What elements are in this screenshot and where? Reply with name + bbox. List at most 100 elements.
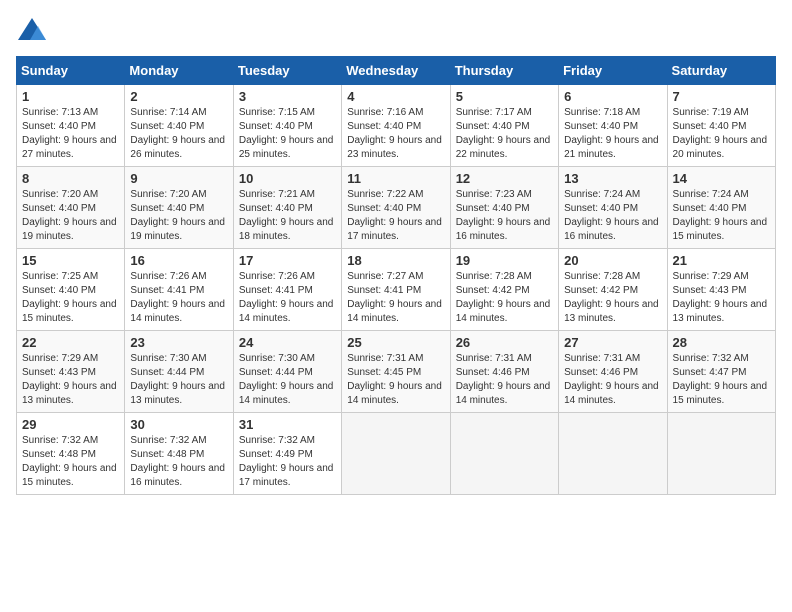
calendar-cell (342, 413, 450, 495)
day-number: 15 (22, 253, 119, 268)
day-info: Sunrise: 7:23 AM Sunset: 4:40 PM Dayligh… (456, 188, 553, 244)
calendar-cell: 26 Sunrise: 7:31 AM Sunset: 4:46 PM Dayli… (450, 331, 558, 413)
calendar-cell: 7 Sunrise: 7:19 AM Sunset: 4:40 PM Daylig… (667, 85, 775, 167)
calendar-header-tuesday: Tuesday (233, 57, 341, 85)
day-info: Sunrise: 7:26 AM Sunset: 4:41 PM Dayligh… (239, 270, 336, 326)
calendar-cell: 21 Sunrise: 7:29 AM Sunset: 4:43 PM Dayli… (667, 249, 775, 331)
calendar-cell (450, 413, 558, 495)
calendar-cell: 31 Sunrise: 7:32 AM Sunset: 4:49 PM Dayli… (233, 413, 341, 495)
calendar-cell: 25 Sunrise: 7:31 AM Sunset: 4:45 PM Dayli… (342, 331, 450, 413)
calendar-cell: 9Sunrise: 7:20 AM Sunset: 4:40 PM Daylig… (125, 167, 233, 249)
day-number: 19 (456, 253, 553, 268)
calendar-cell: 14 Sunrise: 7:24 AM Sunset: 4:40 PM Dayli… (667, 167, 775, 249)
calendar-cell: 19 Sunrise: 7:28 AM Sunset: 4:42 PM Dayli… (450, 249, 558, 331)
day-number: 24 (239, 335, 336, 350)
calendar-week-4: 22 Sunrise: 7:29 AM Sunset: 4:43 PM Dayli… (17, 331, 776, 413)
calendar-week-3: 15 Sunrise: 7:25 AM Sunset: 4:40 PM Dayli… (17, 249, 776, 331)
day-number: 12 (456, 171, 553, 186)
day-number: 31 (239, 417, 336, 432)
day-number: 1 (22, 89, 119, 104)
calendar-header-monday: Monday (125, 57, 233, 85)
day-info: Sunrise: 7:27 AM Sunset: 4:41 PM Dayligh… (347, 270, 444, 326)
calendar-cell: 8Sunrise: 7:20 AM Sunset: 4:40 PM Daylig… (17, 167, 125, 249)
day-info: Sunrise: 7:30 AM Sunset: 4:44 PM Dayligh… (130, 352, 227, 408)
calendar-header-thursday: Thursday (450, 57, 558, 85)
calendar-cell: 5 Sunrise: 7:17 AM Sunset: 4:40 PM Daylig… (450, 85, 558, 167)
day-number: 27 (564, 335, 661, 350)
day-number: 4 (347, 89, 444, 104)
calendar-cell (667, 413, 775, 495)
day-info: Sunrise: 7:31 AM Sunset: 4:46 PM Dayligh… (564, 352, 661, 408)
day-info: Sunrise: 7:32 AM Sunset: 4:48 PM Dayligh… (130, 434, 227, 490)
day-number: 10 (239, 171, 336, 186)
calendar-cell: 16 Sunrise: 7:26 AM Sunset: 4:41 PM Dayli… (125, 249, 233, 331)
day-number: 26 (456, 335, 553, 350)
day-number: 7 (673, 89, 770, 104)
calendar-header-sunday: Sunday (17, 57, 125, 85)
day-info: Sunrise: 7:18 AM Sunset: 4:40 PM Dayligh… (564, 106, 661, 162)
day-info: Sunrise: 7:25 AM Sunset: 4:40 PM Dayligh… (22, 270, 119, 326)
calendar-week-1: 1 Sunrise: 7:13 AM Sunset: 4:40 PM Daylig… (17, 85, 776, 167)
day-number: 20 (564, 253, 661, 268)
day-number: 18 (347, 253, 444, 268)
calendar-cell: 11Sunrise: 7:22 AM Sunset: 4:40 PM Dayli… (342, 167, 450, 249)
day-number: 17 (239, 253, 336, 268)
day-number: 5 (456, 89, 553, 104)
logo-icon (16, 16, 48, 44)
day-number: 21 (673, 253, 770, 268)
day-info: Sunrise: 7:15 AM Sunset: 4:40 PM Dayligh… (239, 106, 336, 162)
calendar-week-2: 8 Sunrise: 7:20 AM Sunset: 4:40 PM Daylig… (17, 167, 776, 249)
day-number: 2 (130, 89, 227, 104)
day-info: Sunrise: 7:16 AM Sunset: 4:40 PM Dayligh… (347, 106, 444, 162)
day-number: 16 (130, 253, 227, 268)
day-info: Sunrise: 7:13 AM Sunset: 4:40 PM Dayligh… (22, 106, 119, 162)
day-number: 13 (564, 171, 661, 186)
day-number: 14 (673, 171, 770, 186)
day-info: Sunrise: 7:24 AM Sunset: 4:40 PM Dayligh… (564, 188, 661, 244)
calendar-header-saturday: Saturday (667, 57, 775, 85)
calendar-cell: 17 Sunrise: 7:26 AM Sunset: 4:41 PM Dayli… (233, 249, 341, 331)
day-info: Sunrise: 7:32 AM Sunset: 4:49 PM Dayligh… (239, 434, 336, 490)
day-info: Sunrise: 7:31 AM Sunset: 4:45 PM Dayligh… (347, 352, 444, 408)
calendar-cell: 13 Sunrise: 7:24 AM Sunset: 4:40 PM Dayli… (559, 167, 667, 249)
day-info: Sunrise: 7:17 AM Sunset: 4:40 PM Dayligh… (456, 106, 553, 162)
calendar-header-wednesday: Wednesday (342, 57, 450, 85)
day-number: 22 (22, 335, 119, 350)
calendar-cell: 3 Sunrise: 7:15 AM Sunset: 4:40 PM Daylig… (233, 85, 341, 167)
day-info: Sunrise: 7:31 AM Sunset: 4:46 PM Dayligh… (456, 352, 553, 408)
day-info: Sunrise: 7:29 AM Sunset: 4:43 PM Dayligh… (673, 270, 770, 326)
day-number: 25 (347, 335, 444, 350)
day-info: Sunrise: 7:30 AM Sunset: 4:44 PM Dayligh… (239, 352, 336, 408)
calendar-cell: 6 Sunrise: 7:18 AM Sunset: 4:40 PM Daylig… (559, 85, 667, 167)
day-number: 6 (564, 89, 661, 104)
calendar-cell: 23 Sunrise: 7:30 AM Sunset: 4:44 PM Dayli… (125, 331, 233, 413)
day-number: 23 (130, 335, 227, 350)
day-info: Sunrise: 7:28 AM Sunset: 4:42 PM Dayligh… (564, 270, 661, 326)
day-number: 28 (673, 335, 770, 350)
day-info: Sunrise: 7:14 AM Sunset: 4:40 PM Dayligh… (130, 106, 227, 162)
page-header (16, 16, 776, 44)
day-number: 8 (22, 171, 119, 186)
calendar-week-5: 29 Sunrise: 7:32 AM Sunset: 4:48 PM Dayli… (17, 413, 776, 495)
calendar-cell: 12 Sunrise: 7:23 AM Sunset: 4:40 PM Dayli… (450, 167, 558, 249)
day-info: Sunrise: 7:29 AM Sunset: 4:43 PM Dayligh… (22, 352, 119, 408)
day-info: Sunrise: 7:24 AM Sunset: 4:40 PM Dayligh… (673, 188, 770, 244)
day-info: Sunrise: 7:19 AM Sunset: 4:40 PM Dayligh… (673, 106, 770, 162)
calendar-cell: 29 Sunrise: 7:32 AM Sunset: 4:48 PM Dayli… (17, 413, 125, 495)
day-info: Sunrise: 7:32 AM Sunset: 4:47 PM Dayligh… (673, 352, 770, 408)
calendar-cell: 24 Sunrise: 7:30 AM Sunset: 4:44 PM Dayli… (233, 331, 341, 413)
calendar-cell (559, 413, 667, 495)
day-info: Sunrise: 7:26 AM Sunset: 4:41 PM Dayligh… (130, 270, 227, 326)
day-number: 11 (347, 171, 444, 186)
calendar-cell: 22 Sunrise: 7:29 AM Sunset: 4:43 PM Dayli… (17, 331, 125, 413)
day-number: 29 (22, 417, 119, 432)
calendar-table: SundayMondayTuesdayWednesdayThursdayFrid… (16, 56, 776, 495)
day-info: Sunrise: 7:21 AM Sunset: 4:40 PM Dayligh… (239, 188, 336, 244)
day-number: 30 (130, 417, 227, 432)
day-info: Sunrise: 7:28 AM Sunset: 4:42 PM Dayligh… (456, 270, 553, 326)
calendar-header-friday: Friday (559, 57, 667, 85)
logo (16, 16, 52, 44)
day-info: Sunrise: 7:32 AM Sunset: 4:48 PM Dayligh… (22, 434, 119, 490)
day-info: Sunrise: 7:20 AM Sunset: 4:40 PM Dayligh… (130, 188, 227, 244)
day-number: 3 (239, 89, 336, 104)
